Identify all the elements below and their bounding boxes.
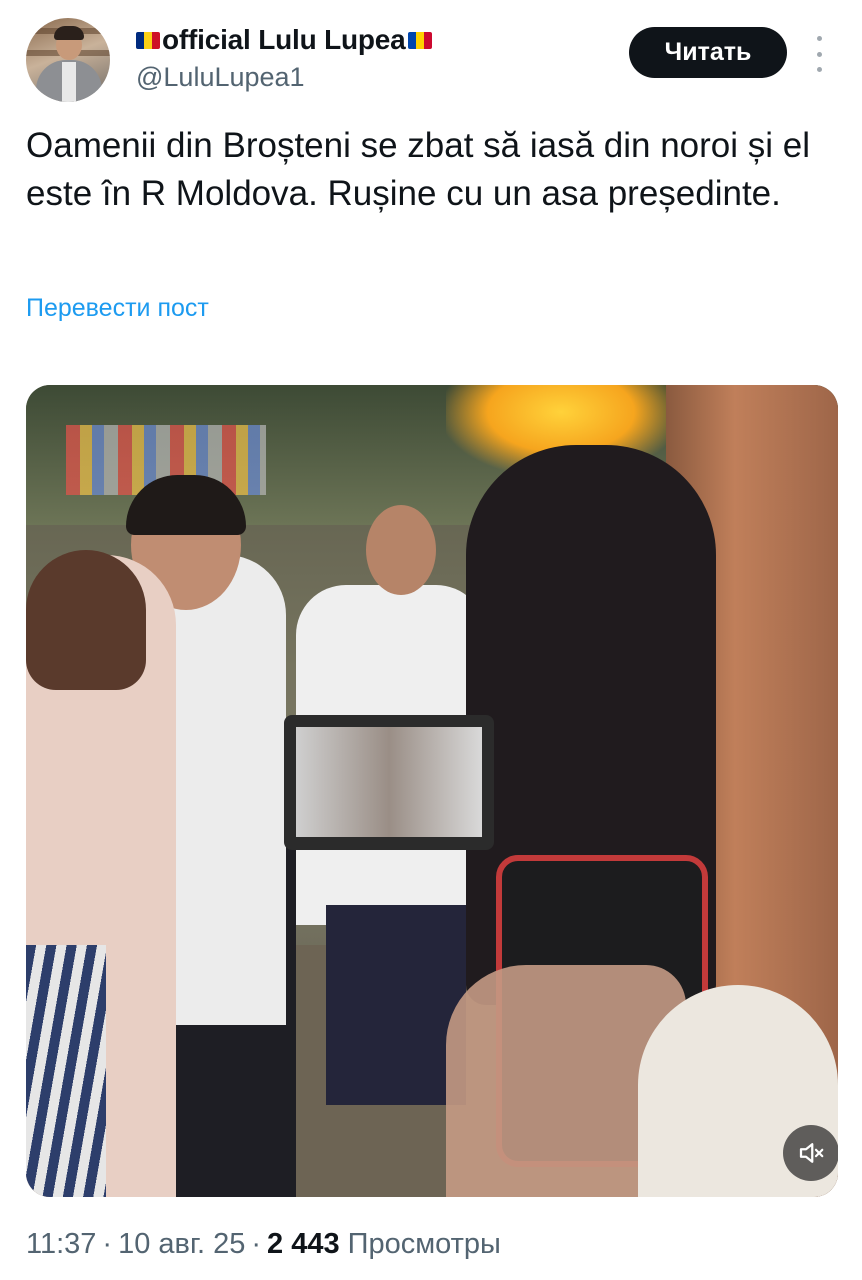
views-label: Просмотры [347,1228,501,1260]
meta-separator: · [251,1228,262,1260]
author-avatar[interactable] [26,18,110,102]
video-striped-shirt [26,945,106,1197]
video-person-pants [326,905,466,1105]
tweet-text: Oamenii din Broșteni se zbat să iasă din… [26,126,811,213]
tweet-video[interactable] [26,385,838,1197]
author-display-name: official Lulu Lupea [162,24,406,55]
translate-post-link[interactable]: Перевести пост [26,294,209,323]
meta-separator: · [102,1228,113,1260]
more-vertical-icon[interactable] [812,36,826,72]
avatar-hair [54,26,84,40]
follow-button[interactable]: Читать [629,27,787,78]
video-person-head [366,505,436,595]
video-person-hair [26,550,146,690]
video-camera-monitor-screen [296,727,482,837]
tweet-meta: 11:37 · 10 авг. 25 · 2 443 Просмотры [26,1228,501,1261]
tweet-date[interactable]: 10 авг. 25 [118,1228,245,1261]
views-count: 2 443 [267,1228,340,1260]
author-handle[interactable]: @LuluLupea1 [136,62,305,93]
avatar-shirt [62,62,76,102]
moldova-flag-icon [407,31,432,49]
volume-muted-icon[interactable] [783,1125,838,1181]
author-name-row[interactable]: official Lulu Lupea [136,24,432,56]
tweet-time[interactable]: 11:37 [26,1228,96,1261]
romania-flag-icon [136,31,160,49]
